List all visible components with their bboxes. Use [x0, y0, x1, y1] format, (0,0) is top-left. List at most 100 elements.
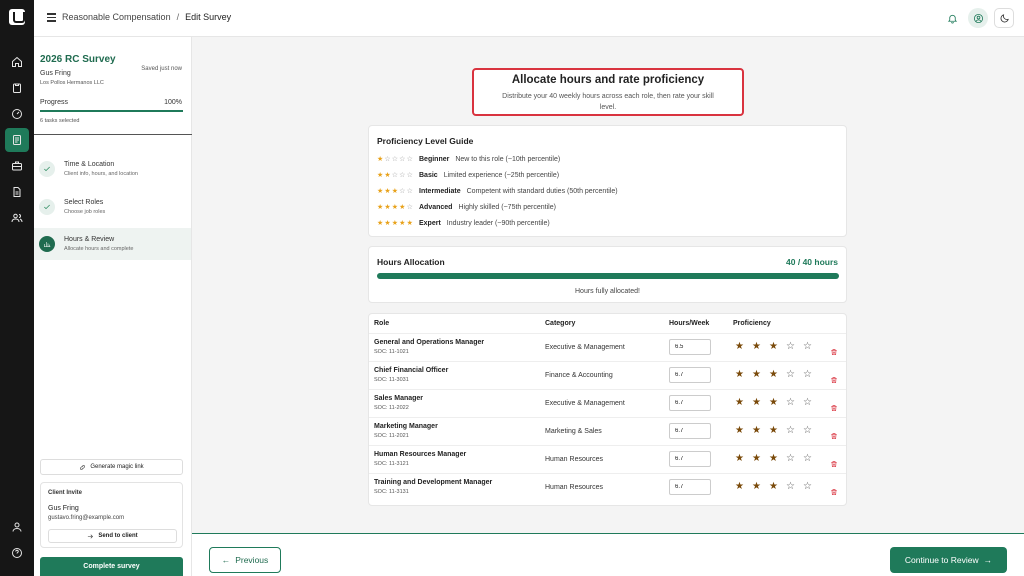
invite-heading: Client Invite — [48, 490, 83, 496]
section-subtitle: Distribute your 40 weekly hours across e… — [502, 93, 714, 111]
star-icon[interactable]: ★ — [752, 397, 769, 409]
star-icon[interactable]: ☆ — [803, 369, 820, 381]
star-icon[interactable]: ☆ — [786, 425, 803, 437]
star-icon[interactable]: ★ — [752, 425, 769, 437]
app-logo[interactable] — [9, 9, 25, 25]
star-icon[interactable]: ☆ — [803, 341, 820, 353]
star-icon[interactable]: ★ — [752, 369, 769, 381]
hours-input[interactable] — [669, 367, 711, 383]
star-icon[interactable]: ★ — [735, 341, 752, 353]
gauge-icon[interactable] — [7, 104, 27, 124]
star-icon[interactable]: ★ — [735, 369, 752, 381]
trash-icon[interactable] — [830, 371, 838, 383]
generate-magic-link-button[interactable]: Generate magic link — [40, 459, 183, 475]
star-icon: ★ — [399, 203, 406, 211]
profile-icon[interactable] — [7, 517, 27, 537]
hours-input[interactable] — [669, 339, 711, 355]
proficiency-rating[interactable]: ★ ★ ★ ☆ ☆ — [735, 425, 820, 437]
star-icon[interactable]: ★ — [752, 341, 769, 353]
role-soc: SOC: 11-3121 — [374, 461, 409, 467]
hours-input[interactable] — [669, 423, 711, 439]
proficiency-rating[interactable]: ★ ★ ★ ☆ ☆ — [735, 369, 820, 381]
star-icon[interactable]: ☆ — [803, 453, 820, 465]
home-icon[interactable] — [7, 52, 27, 72]
document-icon[interactable] — [7, 182, 27, 202]
star-icon[interactable]: ☆ — [803, 481, 820, 493]
trash-icon[interactable] — [830, 455, 838, 467]
previous-button[interactable]: ← Previous — [209, 547, 281, 573]
step-subtitle: Choose job roles — [64, 209, 106, 215]
main-content: Allocate hours and rate proficiency Dist… — [192, 37, 1024, 533]
magic-link-label: Generate magic link — [90, 464, 144, 470]
guide-level-desc: Highly skilled (~75th percentile) — [458, 203, 556, 211]
bell-icon[interactable] — [942, 8, 962, 28]
star-icon[interactable]: ★ — [769, 453, 786, 465]
send-icon — [88, 534, 94, 538]
role-name: Marketing Manager — [374, 423, 438, 430]
star-icon[interactable]: ★ — [769, 341, 786, 353]
star-icon[interactable]: ☆ — [786, 453, 803, 465]
clipboard-icon[interactable] — [7, 78, 27, 98]
star-icon[interactable]: ★ — [769, 369, 786, 381]
proficiency-rating[interactable]: ★ ★ ★ ☆ ☆ — [735, 397, 820, 409]
star-icon: ★ — [384, 203, 391, 211]
menu-icon[interactable] — [47, 13, 56, 22]
trash-icon[interactable] — [830, 343, 838, 355]
star-icon[interactable]: ☆ — [786, 369, 803, 381]
proficiency-rating[interactable]: ★ ★ ★ ☆ ☆ — [735, 481, 820, 493]
hours-label: Hours Allocation — [377, 257, 445, 267]
star-icon: ☆ — [406, 171, 413, 179]
guide-stars: ★ ★ ★ ☆ ☆ — [377, 188, 415, 195]
complete-survey-button[interactable]: Complete survey — [40, 557, 183, 576]
star-icon[interactable]: ☆ — [786, 341, 803, 353]
send-to-client-button[interactable]: Send to client — [48, 529, 177, 543]
proficiency-rating[interactable]: ★ ★ ★ ☆ ☆ — [735, 341, 820, 353]
help-icon[interactable] — [7, 543, 27, 563]
step-hours-review[interactable]: Hours & Review Allocate hours and comple… — [34, 228, 191, 260]
breadcrumb-root[interactable]: Reasonable Compensation — [62, 12, 171, 22]
check-icon — [39, 161, 55, 177]
table-row: General and Operations Manager SOC: 11-10… — [369, 333, 846, 361]
users-icon[interactable] — [7, 208, 27, 228]
arrow-right-icon: → — [983, 555, 993, 565]
progress-bar — [40, 110, 183, 112]
star-icon[interactable]: ☆ — [786, 397, 803, 409]
star-icon[interactable]: ☆ — [786, 481, 803, 493]
table-row: Marketing Manager SOC: 11-2021 Marketing &… — [369, 417, 846, 445]
star-icon[interactable]: ☆ — [803, 397, 820, 409]
star-icon[interactable]: ☆ — [803, 425, 820, 437]
hours-input[interactable] — [669, 479, 711, 495]
role-name: Training and Development Manager — [374, 479, 493, 486]
star-icon: ★ — [384, 187, 391, 195]
star-icon[interactable]: ★ — [752, 453, 769, 465]
star-icon[interactable]: ★ — [769, 425, 786, 437]
role-name: Chief Financial Officer — [374, 367, 449, 374]
hours-input[interactable] — [669, 395, 711, 411]
role-category: Marketing & Sales — [545, 428, 602, 435]
star-icon[interactable]: ★ — [769, 481, 786, 493]
trash-icon[interactable] — [830, 483, 838, 495]
step-select-roles[interactable]: Select Roles Choose job roles — [34, 191, 191, 223]
star-icon: ★ — [391, 219, 399, 227]
role-soc: SOC: 11-1021 — [374, 349, 409, 355]
trash-icon[interactable] — [830, 399, 838, 411]
hours-input[interactable] — [669, 451, 711, 467]
role-category: Finance & Accounting — [545, 372, 613, 379]
moon-icon[interactable] — [994, 8, 1014, 28]
proficiency-rating[interactable]: ★ ★ ★ ☆ ☆ — [735, 453, 820, 465]
star-icon[interactable]: ★ — [752, 481, 769, 493]
column-header-hours: Hours/Week — [669, 320, 710, 327]
continue-to-review-button[interactable]: Continue to Review → — [890, 547, 1007, 573]
star-icon[interactable]: ★ — [735, 397, 752, 409]
step-time-location[interactable]: Time & Location Client info, hours, and … — [34, 153, 191, 185]
star-icon[interactable]: ★ — [735, 453, 752, 465]
trash-icon[interactable] — [830, 427, 838, 439]
star-icon[interactable]: ★ — [735, 425, 752, 437]
survey-icon[interactable] — [5, 128, 29, 152]
guide-level-name: Intermediate — [419, 187, 461, 195]
briefcase-icon[interactable] — [7, 156, 27, 176]
hours-progress-bar — [377, 273, 839, 279]
star-icon[interactable]: ★ — [735, 481, 752, 493]
user-avatar-icon[interactable] — [968, 8, 988, 28]
star-icon[interactable]: ★ — [769, 397, 786, 409]
